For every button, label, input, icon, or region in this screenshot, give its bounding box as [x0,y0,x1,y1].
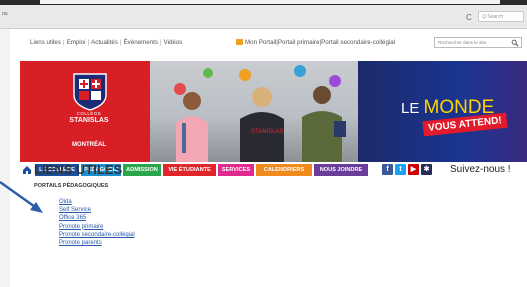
link-pronote-secondaire[interactable]: Pronote secondaire-collégial [59,231,135,239]
browser-toolbar: nu C Q Search [0,5,527,29]
home-icon[interactable] [22,165,32,175]
search-icon[interactable] [511,39,519,47]
address-strip [40,0,500,4]
link-pronote-parents[interactable]: Pronote parents [59,239,135,247]
youtube-icon[interactable]: ▶ [408,164,419,175]
link-oida[interactable]: Oida [59,198,135,206]
utility-link-liens-utiles[interactable]: Liens utiles [30,39,61,46]
tab-fragment[interactable]: nu [2,11,8,17]
twitter-icon[interactable]: t [395,164,406,175]
tagline-le: LE [401,100,420,117]
site-search-input[interactable]: Rechercher dans le site [434,37,522,48]
nav-calendriers[interactable]: CALENDRIERS [256,164,312,176]
link-self-service[interactable]: Self Service [59,206,135,214]
flickr-icon[interactable]: ✱ [421,164,432,175]
utility-link-evenements[interactable]: Événements [124,39,158,46]
logo-city: MONTRÉAL [72,142,106,148]
utility-link-videos[interactable]: Vidéos [164,39,183,46]
reload-icon[interactable]: C [466,13,472,22]
lock-icon [236,39,243,45]
nav-vie-etudiante[interactable]: VIE ÉTUDIANTE [163,164,216,176]
page-left-edge [0,29,10,287]
students-photo: STANISLAS [150,61,358,162]
nav-admission[interactable]: ADMISSION [123,164,161,176]
utility-nav: Liens utiles | Emploi | Actualités | Événement… [30,39,182,46]
logo-name: STANISLAS [69,117,109,124]
browser-search-input[interactable]: Q Search [478,11,524,22]
portal-link-secondaire[interactable]: Portail secondaire-collégial [321,39,395,46]
utility-link-emploi[interactable]: Emploi [67,39,86,46]
utility-link-actualites[interactable]: Actualités [91,39,118,46]
college-crest-icon [73,73,107,111]
facebook-icon[interactable]: f [382,164,393,175]
page-title: LIENS UTILES [34,162,123,177]
svg-text:STANISLAS: STANISLAS [251,129,284,135]
hero-banner: COLLÈGE STANISLAS MONTRÉAL STANISLAS LE … [20,61,527,162]
site-search-placeholder: Rechercher dans le site [438,40,487,45]
useful-links-list: Oida Self Service Office 365 Pronote pri… [59,198,135,247]
portal-link-primaire[interactable]: Portail primaire [278,39,320,46]
portal-nav: Mon Portail|Portail primaire|Portail sec… [236,39,395,46]
logo-small-text: COLLÈGE [76,111,102,116]
link-office-365[interactable]: Office 365 [59,214,135,222]
nav-services[interactable]: SERVICES [218,164,254,176]
students-illustration: STANISLAS [174,65,346,162]
banner-red-panel: COLLÈGE STANISLAS MONTRÉAL [20,61,150,162]
portal-link-mon-portail[interactable]: Mon Portail [245,39,276,46]
section-heading: PORTAILS PÉDAGOGIQUES [34,183,109,189]
link-pronote-primaire[interactable]: Pronote primaire [59,223,135,231]
follow-us-label: Suivez-nous ! [450,164,511,175]
nav-nous-joindre[interactable]: NOUS JOINDRE [314,164,368,176]
